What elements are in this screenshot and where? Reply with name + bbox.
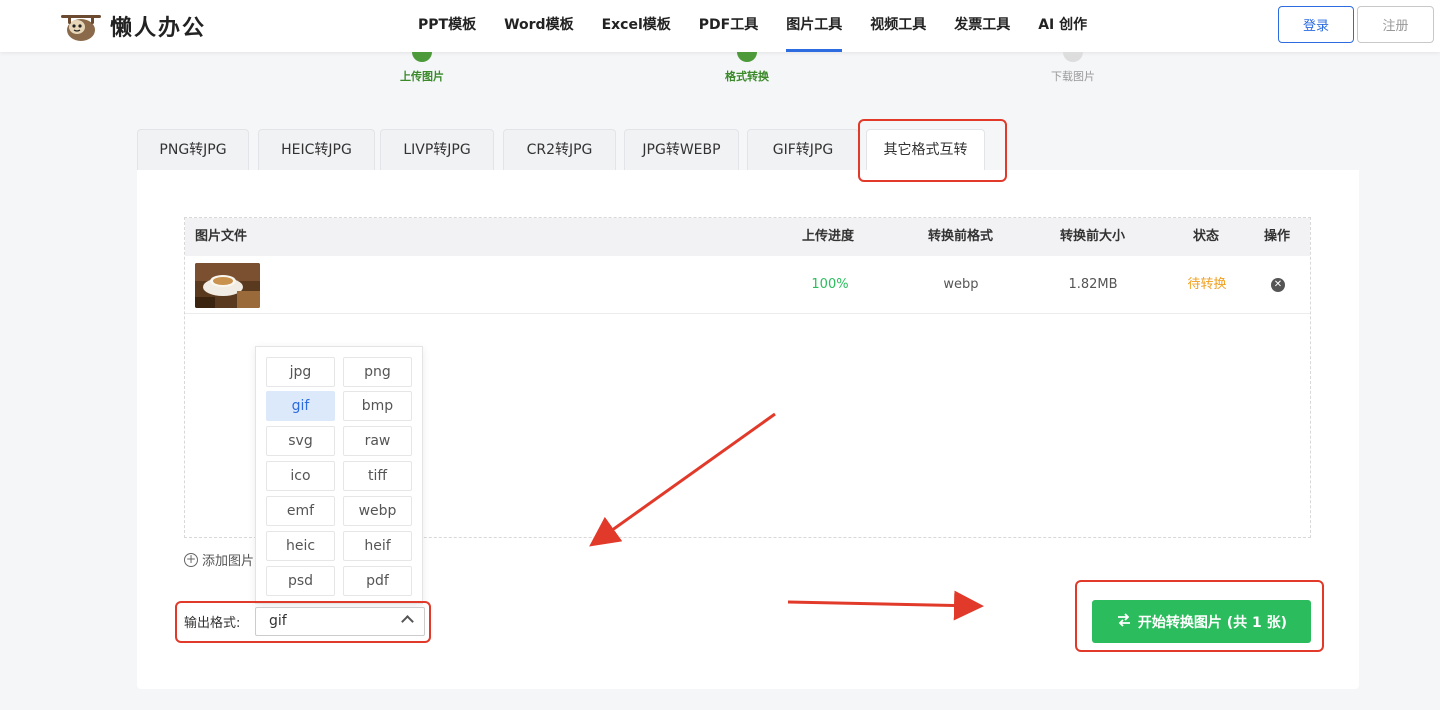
format-option-psd[interactable]: psd xyxy=(266,566,335,596)
th-progress: 上传进度 xyxy=(802,229,855,244)
format-option-png[interactable]: png xyxy=(343,357,412,387)
nav-video-tools[interactable]: 视频工具 xyxy=(870,0,926,52)
highlight-output-format-annotation xyxy=(175,601,431,643)
add-image-button[interactable]: + 添加图片 xyxy=(184,550,254,569)
status-badge: 待转换 xyxy=(1187,277,1227,292)
nav-invoice-tools[interactable]: 发票工具 xyxy=(954,0,1010,52)
highlight-tab-annotation xyxy=(858,119,1007,182)
tab-png-to-jpg[interactable]: PNG转JPG xyxy=(137,129,249,170)
tab-jpg-to-webp[interactable]: JPG转WEBP xyxy=(624,129,739,170)
step-dot xyxy=(412,52,432,62)
tab-livp-to-jpg[interactable]: LIVP转JPG xyxy=(380,129,494,170)
nav-ai-create[interactable]: AI 创作 xyxy=(1038,0,1087,52)
format-option-emf[interactable]: emf xyxy=(266,496,335,526)
register-button[interactable]: 注册 xyxy=(1357,6,1434,43)
logo-text: 懒人办公 xyxy=(110,16,207,41)
format-option-heic[interactable]: heic xyxy=(266,531,335,561)
format-option-svg[interactable]: svg xyxy=(266,426,335,456)
step-upload: 上传图片 xyxy=(362,52,482,84)
format-option-ico[interactable]: ico xyxy=(266,461,335,491)
sloth-logo-icon xyxy=(60,9,102,43)
format-option-pdf[interactable]: pdf xyxy=(343,566,412,596)
table-header: 图片文件 上传进度 转换前格式 转换前大小 状态 操作 xyxy=(185,218,1310,256)
plus-circle-icon: + xyxy=(184,551,198,567)
format-option-tiff[interactable]: tiff xyxy=(343,461,412,491)
th-file: 图片文件 xyxy=(195,229,248,244)
step-label: 下载图片 xyxy=(1051,70,1095,83)
format-dropdown-menu: jpg png gif bmp svg raw ico tiff emf web… xyxy=(255,346,423,604)
upload-progress: 100% xyxy=(811,277,849,292)
step-download: 下载图片 xyxy=(1013,52,1133,84)
source-format: webp xyxy=(943,277,979,292)
format-option-jpg[interactable]: jpg xyxy=(266,357,335,387)
th-action: 操作 xyxy=(1264,229,1291,244)
nav-ppt-templates[interactable]: PPT模板 xyxy=(418,0,476,52)
step-dot xyxy=(737,52,757,62)
main-nav: PPT模板 Word模板 Excel模板 PDF工具 图片工具 视频工具 发票工… xyxy=(404,0,1101,52)
tab-cr2-to-jpg[interactable]: CR2转JPG xyxy=(503,129,616,170)
tab-heic-to-jpg[interactable]: HEIC转JPG xyxy=(258,129,375,170)
format-option-bmp[interactable]: bmp xyxy=(343,391,412,421)
site-logo[interactable]: 懒人办公 xyxy=(60,8,206,44)
th-size: 转换前大小 xyxy=(1060,229,1126,244)
nav-excel-templates[interactable]: Excel模板 xyxy=(602,0,671,52)
nav-image-tools[interactable]: 图片工具 xyxy=(786,0,843,52)
login-button[interactable]: 登录 xyxy=(1278,6,1354,43)
image-thumbnail xyxy=(195,263,260,308)
nav-word-templates[interactable]: Word模板 xyxy=(504,0,574,52)
format-option-webp[interactable]: webp xyxy=(343,496,412,526)
th-status: 状态 xyxy=(1193,229,1220,244)
remove-file-icon[interactable]: ✕ xyxy=(1271,278,1285,292)
step-label: 格式转换 xyxy=(725,70,769,83)
format-option-raw[interactable]: raw xyxy=(343,426,412,456)
add-image-label: 添加图片 xyxy=(202,554,255,569)
format-option-gif[interactable]: gif xyxy=(266,391,335,421)
format-option-heif[interactable]: heif xyxy=(343,531,412,561)
source-size: 1.82MB xyxy=(1068,277,1118,292)
nav-pdf-tools[interactable]: PDF工具 xyxy=(699,0,758,52)
tab-gif-to-jpg[interactable]: GIF转JPG xyxy=(747,129,859,170)
step-dot xyxy=(1063,52,1083,62)
step-label: 上传图片 xyxy=(400,70,444,83)
highlight-start-button-annotation xyxy=(1075,580,1324,652)
table-row: 100% webp 1.82MB 待转换 ✕ xyxy=(185,256,1310,314)
top-header: 懒人办公 PPT模板 Word模板 Excel模板 PDF工具 图片工具 视频工… xyxy=(0,0,1440,52)
step-convert: 格式转换 xyxy=(687,52,807,84)
th-format: 转换前格式 xyxy=(928,229,994,244)
